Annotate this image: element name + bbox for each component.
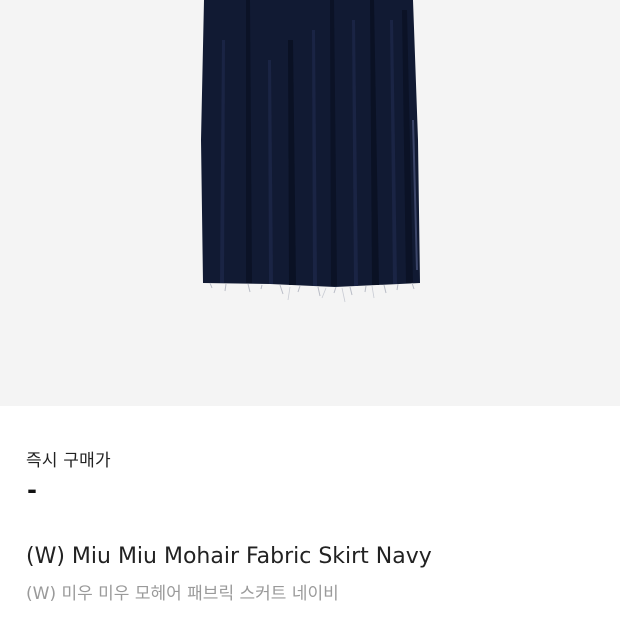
product-info: 즉시 구매가 - (W) Miu Miu Mohair Fabric Skirt… [0, 406, 620, 620]
instant-purchase-label: 즉시 구매가 [26, 451, 111, 471]
product-title-korean: (W) 미우 미우 모헤어 패브릭 스커트 네이비 [26, 584, 339, 604]
product-detail-page: 즉시 구매가 - (W) Miu Miu Mohair Fabric Skirt… [0, 0, 620, 620]
product-image[interactable] [0, 0, 620, 406]
pleated-skirt-photo-icon [0, 0, 620, 406]
instant-purchase-price: - [27, 476, 37, 504]
product-title-english: (W) Miu Miu Mohair Fabric Skirt Navy [26, 544, 432, 569]
